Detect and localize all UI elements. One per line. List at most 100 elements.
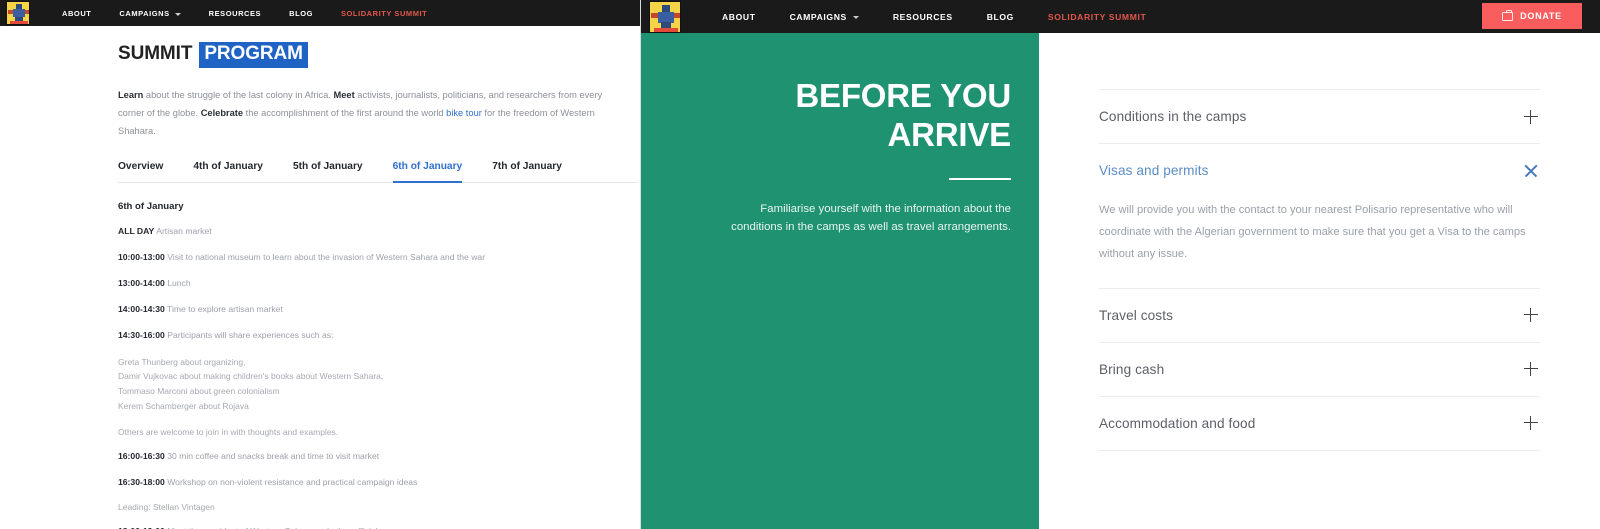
nav-link-resources[interactable]: RESOURCES bbox=[195, 9, 275, 18]
accordion-header[interactable]: Travel costs bbox=[1099, 289, 1540, 342]
schedule-rows-group-1: ALL DAY Artisan market 10:00-13:00 Visit … bbox=[118, 225, 638, 341]
screen-root: ABOUT CAMPAIGNS RESOURCES BLOG SOLIDARITY SU… bbox=[0, 0, 1600, 529]
speaker-line: Greta Thunberg about organizing, bbox=[118, 356, 246, 367]
nav-link-label: BLOG bbox=[289, 8, 313, 18]
chevron-down-icon bbox=[174, 12, 181, 16]
donate-button[interactable]: DONATE bbox=[1482, 3, 1582, 29]
accordion-item: Travel costs bbox=[1099, 289, 1540, 343]
schedule-row: 16:30-18:00 Workshop on non-violent resi… bbox=[118, 476, 638, 489]
schedule-row: 13:00-14:00 Lunch bbox=[118, 277, 638, 290]
accordion-body: We will provide you with the contact to … bbox=[1099, 197, 1540, 288]
note-others: Others are welcome to join in with thoug… bbox=[118, 426, 339, 437]
nav-link-label: RESOURCES bbox=[208, 8, 262, 18]
nav-link-label: ABOUT bbox=[722, 11, 756, 22]
right-nav-links: ABOUT CAMPAIGNS RESOURCES BLOG SOLIDARITY SU… bbox=[705, 12, 1163, 22]
schedule-row-desc: Artisan market bbox=[154, 226, 212, 237]
accordion-body-text: We will provide you with the contact to … bbox=[1099, 204, 1526, 261]
tab-7th-of-january[interactable]: 7th of January bbox=[492, 161, 562, 183]
schedule-row: 10:00-13:00 Visit to national museum to … bbox=[118, 251, 638, 264]
tab-4th-of-january[interactable]: 4th of January bbox=[193, 161, 263, 183]
bike-tour-link[interactable]: bike tour bbox=[446, 108, 482, 118]
left-browser-window: ABOUT CAMPAIGNS RESOURCES BLOG SOLIDARITY SU… bbox=[0, 0, 640, 529]
accordion-title: Travel costs bbox=[1099, 307, 1173, 323]
nav-link-solidarity-summit[interactable]: SOLIDARITY SUMMIT bbox=[1031, 12, 1163, 22]
accordion-header[interactable]: Bring cash bbox=[1099, 343, 1540, 396]
schedule-row-desc: Visit to national museum to learn about … bbox=[164, 252, 486, 263]
schedule-row-time: 16:30-18:00 bbox=[118, 476, 165, 487]
page-title-highlight: PROGRAM bbox=[199, 42, 308, 68]
schedule-row-time: 14:30-16:00 bbox=[118, 329, 165, 340]
donate-button-label: DONATE bbox=[1520, 11, 1562, 21]
hero-subtext: Familiarise yourself with the informatio… bbox=[731, 202, 1011, 234]
faq-accordion: Conditions in the camps Visas and permits… bbox=[1039, 33, 1600, 529]
tab-6th-of-january[interactable]: 6th of January bbox=[392, 161, 463, 184]
note-leading: Leading: Stellan Vintagen bbox=[118, 501, 215, 512]
schedule-panel: 6th of January ALL DAY Artisan market 10:… bbox=[118, 201, 638, 529]
right-navbar: ABOUT CAMPAIGNS RESOURCES BLOG SOLIDARITY SU… bbox=[641, 0, 1600, 33]
intro-bold-learn: Learn bbox=[118, 89, 144, 100]
plus-icon[interactable] bbox=[1524, 362, 1538, 377]
nav-link-campaigns[interactable]: CAMPAIGNS bbox=[105, 9, 194, 18]
intro-text-1: about the struggle of the last colony in… bbox=[143, 89, 334, 100]
hero-heading: BEFORE YOU ARRIVE bbox=[795, 77, 1011, 153]
nav-link-campaigns[interactable]: CAMPAIGNS bbox=[773, 12, 876, 22]
nav-link-resources[interactable]: RESOURCES bbox=[876, 12, 970, 22]
plus-icon[interactable] bbox=[1524, 308, 1538, 323]
accordion-header[interactable]: Conditions in the camps bbox=[1099, 90, 1540, 143]
intro-bold-celebrate: Celebrate bbox=[200, 107, 244, 118]
speakers-list: Greta Thunberg about organizing, Damir Vu… bbox=[118, 355, 638, 414]
schedule-row-time: 14:00-14:30 bbox=[118, 303, 165, 314]
page-title: SUMMIT PROGRAM bbox=[118, 42, 640, 68]
accordion-title: Accommodation and food bbox=[1099, 415, 1256, 431]
site-logo-icon[interactable] bbox=[649, 0, 681, 33]
schedule-row: 14:30-16:00 Participants will share expe… bbox=[118, 329, 638, 342]
nav-link-blog[interactable]: BLOG bbox=[970, 12, 1031, 22]
schedule-row-desc: Meet the president of Western Sahara and… bbox=[165, 526, 382, 529]
nav-link-solidarity-summit[interactable]: SOLIDARITY SUMMIT bbox=[327, 9, 441, 18]
day-tabs: Overview 4th of January 5th of January 6th … bbox=[118, 160, 638, 184]
intro-text-3: the accomplishment of the first around t… bbox=[243, 107, 447, 118]
right-page-content: BEFORE YOU ARRIVE Familiarise yourself w… bbox=[641, 33, 1600, 529]
schedule-rows-group-3: 18:00-19:00 Meet the president of Wester… bbox=[118, 525, 638, 529]
right-browser-window: ABOUT CAMPAIGNS RESOURCES BLOG SOLIDARITY SU… bbox=[640, 0, 1600, 529]
tab-5th-of-january[interactable]: 5th of January bbox=[293, 161, 363, 183]
speaker-line: Kerem Schamberger about Rojava bbox=[118, 400, 249, 411]
schedule-row-desc: Time to explore artisan market bbox=[164, 303, 283, 314]
nav-link-label: SOLIDARITY SUMMIT bbox=[1047, 11, 1147, 22]
site-logo-icon[interactable] bbox=[6, 1, 30, 25]
accordion-header[interactable]: Visas and permits bbox=[1099, 144, 1540, 197]
chevron-down-icon bbox=[852, 16, 859, 19]
nav-link-about[interactable]: ABOUT bbox=[705, 12, 773, 22]
accordion-item: Bring cash bbox=[1099, 343, 1540, 397]
nav-link-label: RESOURCES bbox=[892, 11, 953, 22]
nav-link-label: CAMPAIGNS bbox=[789, 11, 847, 22]
schedule-day-heading: 6th of January bbox=[118, 201, 184, 213]
page-title-plain: SUMMIT bbox=[118, 43, 193, 64]
schedule-rows-group-2: 16:00-16:30 30 min coffee and snacks bre… bbox=[118, 450, 638, 489]
plus-icon[interactable] bbox=[1524, 109, 1538, 124]
intro-paragraph: Learn about the struggle of the last col… bbox=[118, 86, 626, 140]
schedule-row-time: 10:00-13:00 bbox=[118, 252, 165, 263]
schedule-row-time: 13:00-14:00 bbox=[118, 277, 165, 288]
speaker-line: Tommaso Marconi about green colonialism bbox=[118, 386, 280, 397]
accordion-item: Visas and permits We will provide you wit… bbox=[1099, 144, 1540, 289]
schedule-row: 14:00-14:30 Time to explore artisan mark… bbox=[118, 303, 638, 316]
accordion-item: Accommodation and food bbox=[1099, 397, 1540, 451]
close-icon[interactable] bbox=[1524, 164, 1538, 178]
nav-link-label: BLOG bbox=[986, 11, 1014, 22]
briefcase-icon bbox=[1502, 9, 1514, 21]
schedule-row-desc: Lunch bbox=[164, 277, 191, 288]
nav-link-about[interactable]: ABOUT bbox=[48, 9, 105, 18]
nav-link-label: ABOUT bbox=[62, 8, 92, 18]
accordion-header[interactable]: Accommodation and food bbox=[1099, 397, 1540, 450]
nav-link-blog[interactable]: BLOG bbox=[275, 9, 327, 18]
tab-overview[interactable]: Overview bbox=[118, 161, 163, 183]
accordion-title: Bring cash bbox=[1099, 361, 1165, 377]
intro-bold-meet: Meet bbox=[333, 89, 355, 100]
plus-icon[interactable] bbox=[1524, 416, 1538, 431]
schedule-row-desc: Workshop on non-violent resistance and p… bbox=[164, 476, 418, 487]
accordion-title: Conditions in the camps bbox=[1099, 109, 1247, 124]
speaker-line: Damir Vujkovac about making children's b… bbox=[118, 371, 384, 382]
nav-link-label: SOLIDARITY SUMMIT bbox=[341, 8, 428, 18]
schedule-row: ALL DAY Artisan market bbox=[118, 225, 638, 238]
